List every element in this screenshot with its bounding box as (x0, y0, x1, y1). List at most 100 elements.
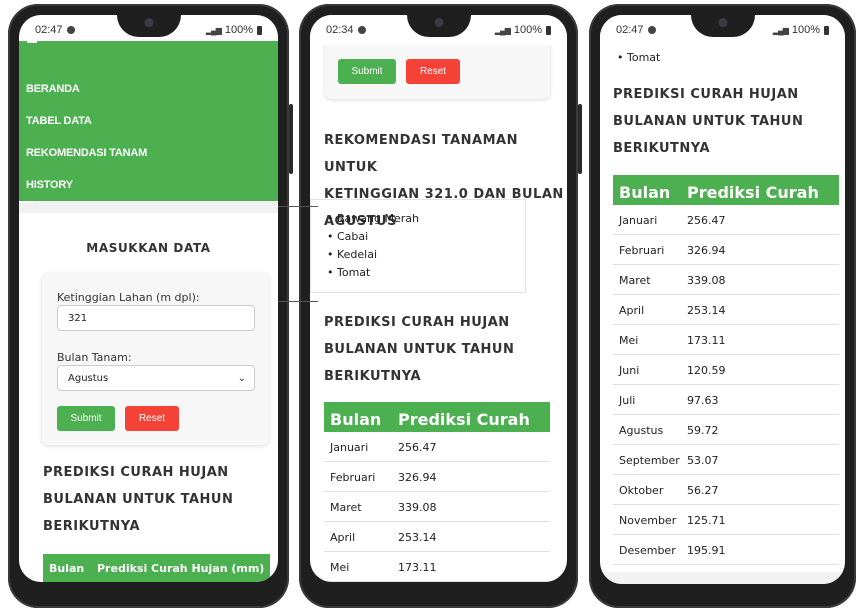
table-row: Maret 339.08 (324, 492, 550, 522)
battery-icon (257, 25, 262, 35)
nav-item-tabel-data[interactable]: TABEL DATA (26, 115, 92, 127)
message-icon (647, 26, 656, 34)
phone-mockup-1: 02:47 ▂▄▆ 100% BERANDA TABEL DATA REKOME… (8, 4, 293, 608)
table-row: Maret 339.08 (613, 265, 839, 295)
month-label: Bulan Tanam: (57, 351, 132, 364)
phone-screen-1: 02:47 ▂▄▆ 100% BERANDA TABEL DATA REKOME… (19, 15, 278, 582)
prediction-title-line: BULANAN UNTUK TAHUN (324, 342, 515, 357)
message-icon (357, 26, 366, 34)
cell-bulan: Februari (330, 471, 376, 484)
battery-level: 100% (791, 24, 820, 36)
side-button (578, 104, 582, 174)
reset-button[interactable]: Reset (125, 406, 179, 431)
list-item: Tomat (617, 49, 660, 67)
nav-item-rekomendasi-tanam[interactable]: REKOMENDASI TANAM (26, 147, 147, 159)
phone-screen-3: 02:47 ▂▄▆ 100% Tomat PREDIKSI CURAH HUJA… (600, 15, 845, 584)
prediction-title: PREDIKSI CURAH HUJAN BULANAN UNTUK TAHUN… (43, 459, 233, 540)
cell-bulan: Juni (619, 364, 640, 377)
status-time: 02:47 (35, 24, 63, 36)
table-row: Januari 256.47 (613, 205, 839, 235)
cell-bulan: April (330, 531, 356, 544)
prediction-title-line: BULANAN UNTUK TAHUN (43, 492, 234, 507)
table-row: Januari 256.47 (324, 432, 550, 462)
message-icon (66, 26, 75, 34)
prediction-title-line: BERIKUTNYA (613, 141, 711, 156)
rainfall-table: Bulan Prediksi Curah Hujan (mm) Januari 2… (613, 175, 839, 565)
prediction-title-line: PREDIKSI CURAH HUJAN (613, 87, 799, 102)
cell-prediksi: 173.11 (398, 561, 437, 574)
elevation-input[interactable]: 321 (57, 305, 255, 331)
list-item: Cabai (327, 228, 419, 246)
submit-button[interactable]: Submit (338, 59, 396, 84)
section-divider (19, 201, 278, 213)
status-time: 02:47 (616, 24, 644, 36)
crop-list: Bawang Merah Cabai Kedelai Tomat (327, 210, 419, 282)
table-row: Oktober 56.27 (613, 475, 839, 505)
signal-icon: ▂▄▆ (772, 25, 789, 35)
cell-prediksi: 253.14 (687, 304, 726, 317)
cell-prediksi: 97.63 (687, 394, 719, 407)
side-button (289, 104, 293, 174)
cell-prediksi: 56.27 (687, 484, 719, 497)
cell-bulan: Agustus (619, 424, 664, 437)
cell-prediksi: 256.47 (398, 441, 437, 454)
cell-prediksi: 326.94 (398, 471, 437, 484)
prediction-title-line: BERIKUTNYA (43, 519, 141, 534)
table-header: Bulan Prediksi Curah Hujan (mm) (324, 402, 550, 448)
prediction-title-line: PREDIKSI CURAH HUJAN (43, 465, 229, 480)
cell-bulan: Desember (619, 544, 676, 557)
submit-button[interactable]: Submit (57, 406, 115, 431)
cell-bulan: Mei (619, 334, 639, 347)
month-select[interactable]: Agustus ⌄ (57, 365, 255, 391)
cell-prediksi: 195.91 (687, 544, 726, 557)
prediction-title: PREDIKSI CURAH HUJAN BULANAN UNTUK TAHUN… (613, 81, 803, 162)
battery-icon (824, 25, 829, 35)
phone-mockup-2: 02:34 ▂▄▆ 100% Submit Reset REKOMENDASI … (299, 4, 582, 608)
reset-button[interactable]: Reset (406, 59, 460, 84)
cell-bulan: Maret (619, 274, 651, 287)
cell-bulan: September (619, 454, 680, 467)
header-bulan: Bulan (619, 183, 671, 202)
rainfall-table: Bulan Prediksi Curah Hujan (mm) Januari 2… (324, 402, 550, 582)
month-select-value: Agustus (68, 372, 109, 384)
signal-icon: ▂▄▆ (494, 25, 511, 35)
cell-prediksi: 120.59 (687, 364, 726, 377)
table-header: Bulan Prediksi Curah Hujan (mm) (613, 175, 839, 221)
table-row: Agustus 59.72 (613, 415, 839, 445)
table-row: April 253.14 (324, 522, 550, 552)
cell-bulan: April (619, 304, 645, 317)
header-bulan: Bulan (330, 410, 382, 429)
cell-prediksi: 339.08 (687, 274, 726, 287)
connector-line (278, 206, 318, 207)
cell-prediksi: 53.07 (687, 454, 719, 467)
cell-bulan: Juli (619, 394, 636, 407)
list-item: Tomat (327, 264, 419, 282)
table-row: November 125.71 (613, 505, 839, 535)
battery-icon (546, 25, 551, 35)
table-row: Desember 195.91 (613, 535, 839, 565)
form-title: MASUKKAN DATA (86, 241, 211, 255)
list-item: Bawang Merah (327, 210, 419, 228)
table-row: Juli 97.63 (613, 385, 839, 415)
cell-bulan: Maret (330, 501, 362, 514)
table-row: September 53.07 (613, 445, 839, 475)
table-row: Februari 326.94 (613, 235, 839, 265)
cell-bulan: Oktober (619, 484, 664, 497)
page-footer-band (600, 572, 845, 584)
prediction-title-line: BULANAN UNTUK TAHUN (613, 114, 804, 129)
cell-prediksi: 339.08 (398, 501, 437, 514)
nav-item-beranda[interactable]: BERANDA (26, 83, 80, 95)
nav-menu: BERANDA TABEL DATA REKOMENDASI TANAM HIS… (19, 41, 278, 201)
prediction-title-line: BERIKUTNYA (324, 369, 422, 384)
list-item: Kedelai (327, 246, 419, 264)
cell-prediksi: 125.71 (687, 514, 726, 527)
connector-line (278, 301, 318, 302)
cell-bulan: Februari (619, 244, 665, 257)
input-form-card: Ketinggian Lahan (m dpl): 321 Bulan Tana… (42, 273, 269, 445)
recommendation-title-line: REKOMENDASI TANAMAN UNTUK (324, 133, 518, 175)
nav-item-history[interactable]: HISTORY (26, 179, 73, 191)
table-row: Mei 173.11 (613, 325, 839, 355)
cell-prediksi: 256.47 (687, 214, 726, 227)
phone-mockup-3: 02:47 ▂▄▆ 100% Tomat PREDIKSI CURAH HUJA… (589, 4, 856, 608)
prediction-title: PREDIKSI CURAH HUJAN BULANAN UNTUK TAHUN… (324, 309, 514, 390)
